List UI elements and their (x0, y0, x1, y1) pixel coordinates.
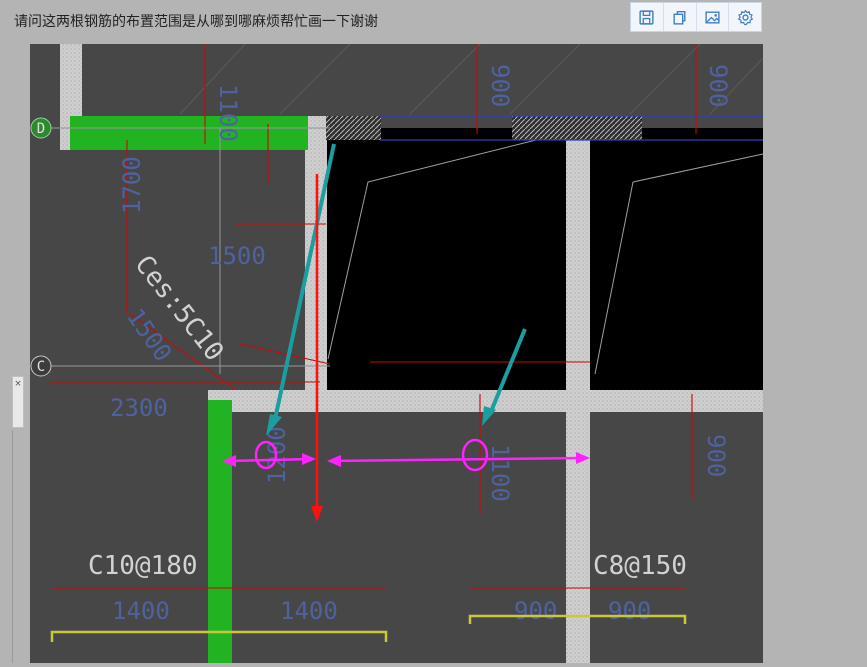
grid-bubble-d: D (30, 117, 52, 139)
dim-top-900-b: 900 (704, 64, 732, 107)
question-text: 请问这两根钢筋的布置范围是从哪到哪麻烦帮忙画一下谢谢 (14, 14, 378, 30)
dim-top-900-a: 900 (486, 64, 514, 107)
dim-bottom-900-a: 900 (514, 597, 557, 625)
cad-drawing-image: D C 1100 900 900 1700 1500 1500 2300 120… (30, 43, 764, 667)
image-icon (705, 10, 720, 24)
dim-bottom-1400-b: 1400 (280, 597, 338, 625)
grid-label-c: C (37, 359, 45, 375)
copy-icon (673, 10, 686, 25)
settings-icon (737, 9, 753, 25)
grid-label-d: D (37, 121, 45, 137)
image-button[interactable] (697, 3, 730, 31)
dim-right-900: 900 (702, 434, 730, 477)
copy-button[interactable] (664, 3, 697, 31)
side-collapse-tab[interactable]: × (12, 376, 24, 428)
save-icon (639, 9, 654, 25)
rebar-label-right: C8@150 (593, 551, 687, 581)
grid-bubble-c: C (30, 355, 52, 377)
settings-button[interactable] (729, 3, 761, 31)
black-voids (326, 128, 763, 390)
save-button[interactable] (631, 3, 664, 31)
image-toolbar (630, 2, 762, 32)
dim-left-2300: 2300 (110, 394, 168, 422)
side-ruler (12, 430, 27, 663)
dim-bottom-1400-a: 1400 (112, 597, 170, 625)
dim-mid-1100: 1100 (486, 444, 514, 502)
dim-left-1700: 1700 (118, 156, 146, 214)
dim-bottom-900-b: 900 (608, 597, 651, 625)
rebar-label-left: C10@180 (88, 551, 198, 581)
dim-top-1100: 1100 (214, 84, 242, 142)
dim-mid-1500: 1500 (208, 242, 266, 270)
